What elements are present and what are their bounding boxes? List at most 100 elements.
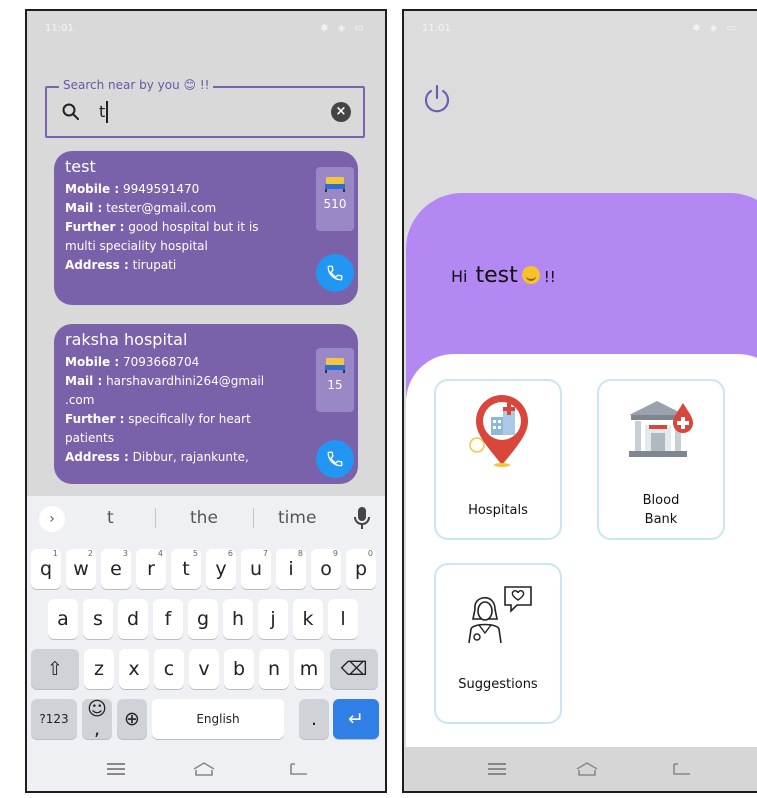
menu-icon[interactable] bbox=[488, 763, 506, 775]
backspace-key[interactable]: ⌫ bbox=[330, 649, 378, 689]
key-h[interactable]: h bbox=[223, 599, 253, 639]
keyboard: › t the time q1 w2 e3 r4 t5 y6 u7 i8 o9 … bbox=[27, 496, 385, 751]
call-button[interactable] bbox=[316, 440, 354, 478]
search-label: Search near by you 😊 !! bbox=[59, 78, 214, 92]
hospital-further: Further : specifically for heart bbox=[65, 412, 251, 426]
shift-key[interactable]: ⇧ bbox=[31, 649, 79, 689]
call-button[interactable] bbox=[316, 254, 354, 292]
suggestions-tile[interactable]: Suggestions bbox=[434, 563, 562, 724]
back-icon[interactable] bbox=[672, 761, 692, 777]
hospitals-tile[interactable]: Hospitals bbox=[434, 379, 562, 540]
key-p[interactable]: p0 bbox=[346, 549, 376, 589]
clear-search-icon[interactable]: × bbox=[331, 102, 351, 122]
hospital-address: Address : Dibbur, rajankunte, bbox=[65, 450, 249, 464]
hospital-name: test bbox=[65, 157, 96, 176]
home-icon[interactable] bbox=[193, 761, 215, 777]
hospital-mail-cont: .com bbox=[65, 393, 95, 407]
status-time: 11:01 bbox=[422, 22, 451, 34]
search-field[interactable]: Search near by you 😊 !! t × bbox=[45, 78, 365, 138]
key-t[interactable]: t5 bbox=[171, 549, 201, 589]
key-e[interactable]: e3 bbox=[101, 549, 131, 589]
menu-icon[interactable] bbox=[107, 763, 125, 775]
space-key[interactable]: English bbox=[152, 699, 284, 739]
tile-label: Hospitals bbox=[468, 503, 528, 518]
mic-icon[interactable] bbox=[353, 506, 371, 530]
smile-emoji-icon bbox=[521, 266, 540, 284]
key-i[interactable]: i8 bbox=[276, 549, 306, 589]
enter-key[interactable]: ↵ bbox=[333, 699, 379, 739]
phone-icon bbox=[327, 265, 343, 281]
key-c[interactable]: c bbox=[154, 649, 184, 689]
hospital-further-cont: multi speciality hospital bbox=[65, 239, 208, 253]
search-icon bbox=[62, 103, 79, 120]
status-bar: 11:01 ✱ ◈ ▭ bbox=[404, 11, 757, 45]
hospital-pin-icon bbox=[469, 395, 528, 467]
phone-icon bbox=[327, 451, 343, 467]
key-k[interactable]: k bbox=[293, 599, 323, 639]
key-w[interactable]: w2 bbox=[66, 549, 96, 589]
status-time: 11:01 bbox=[45, 22, 74, 34]
home-screen: 11:01 ✱ ◈ ▭ Hi test !! Hospitals Blood B… bbox=[402, 9, 757, 793]
emoji-key[interactable]: ☺, bbox=[82, 699, 112, 739]
status-bar: 11:01 ✱ ◈ ▭ bbox=[27, 11, 385, 45]
key-j[interactable]: j bbox=[258, 599, 288, 639]
key-m[interactable]: m bbox=[294, 649, 324, 689]
key-y[interactable]: y6 bbox=[206, 549, 236, 589]
key-o[interactable]: o9 bbox=[311, 549, 341, 589]
key-u[interactable]: u7 bbox=[241, 549, 271, 589]
hospital-mail: Mail : harshavardhini264@gmail bbox=[65, 374, 265, 388]
bed-count-badge: 15 bbox=[316, 348, 354, 412]
key-q[interactable]: q1 bbox=[31, 549, 61, 589]
suggestion-item[interactable]: the bbox=[190, 508, 218, 528]
symbols-key[interactable]: ?123 bbox=[31, 699, 77, 739]
search-input[interactable]: t bbox=[99, 101, 109, 123]
key-n[interactable]: n bbox=[259, 649, 289, 689]
user-name: test bbox=[475, 263, 518, 288]
search-screen: 11:01 ✱ ◈ ▭ Search near by you 😊 !! t × … bbox=[25, 9, 387, 793]
hospital-further: Further : good hospital but it is bbox=[65, 220, 259, 234]
hospital-address: Address : tirupati bbox=[65, 258, 177, 272]
hospital-card[interactable]: raksha hospital Mobile : 7093668704 Mail… bbox=[54, 324, 358, 484]
hospital-name: raksha hospital bbox=[65, 330, 188, 349]
hospital-further-cont: patients bbox=[65, 431, 114, 445]
system-nav-bar bbox=[404, 747, 757, 791]
greeting-suffix: !! bbox=[543, 268, 556, 286]
home-icon[interactable] bbox=[576, 761, 598, 777]
key-a[interactable]: a bbox=[48, 599, 78, 639]
chevron-right-icon[interactable]: › bbox=[39, 506, 65, 532]
key-g[interactable]: g bbox=[188, 599, 218, 639]
blood-bank-tile[interactable]: Blood Bank bbox=[597, 379, 725, 540]
bed-icon bbox=[325, 177, 345, 192]
key-x[interactable]: x bbox=[119, 649, 149, 689]
doctor-feedback-icon bbox=[468, 586, 532, 644]
power-icon[interactable] bbox=[422, 83, 452, 115]
system-nav-bar bbox=[27, 747, 385, 791]
status-icons: ✱ ◈ ▭ bbox=[692, 22, 739, 34]
key-r[interactable]: r4 bbox=[136, 549, 166, 589]
key-b[interactable]: b bbox=[224, 649, 254, 689]
status-icons: ✱ ◈ ▭ bbox=[320, 22, 367, 34]
greeting-hi: Hi bbox=[451, 267, 468, 286]
back-icon[interactable] bbox=[289, 761, 309, 777]
bed-count: 15 bbox=[327, 378, 343, 392]
suggestion-item[interactable]: t bbox=[107, 508, 114, 528]
hospital-card[interactable]: test Mobile : 9949591470 Mail : tester@g… bbox=[54, 151, 358, 305]
bed-count: 510 bbox=[323, 197, 347, 211]
key-v[interactable]: v bbox=[189, 649, 219, 689]
globe-icon[interactable]: ⊕ bbox=[117, 699, 147, 739]
key-z[interactable]: z bbox=[84, 649, 114, 689]
tile-label: Suggestions bbox=[458, 677, 538, 692]
key-d[interactable]: d bbox=[118, 599, 148, 639]
key-f[interactable]: f bbox=[153, 599, 183, 639]
period-key[interactable]: . bbox=[299, 699, 329, 739]
key-s[interactable]: s bbox=[83, 599, 113, 639]
bed-icon bbox=[325, 358, 345, 373]
suggestion-item[interactable]: time bbox=[278, 508, 316, 528]
hospital-mail: Mail : tester@gmail.com bbox=[65, 201, 217, 215]
key-l[interactable]: l bbox=[328, 599, 358, 639]
hospital-mobile: Mobile : 7093668704 bbox=[65, 355, 200, 369]
suggestion-bar: › t the time bbox=[27, 496, 385, 540]
tile-label: Blood Bank bbox=[642, 493, 680, 527]
comma-label: , bbox=[93, 718, 101, 740]
suggestion-divider bbox=[155, 508, 156, 528]
